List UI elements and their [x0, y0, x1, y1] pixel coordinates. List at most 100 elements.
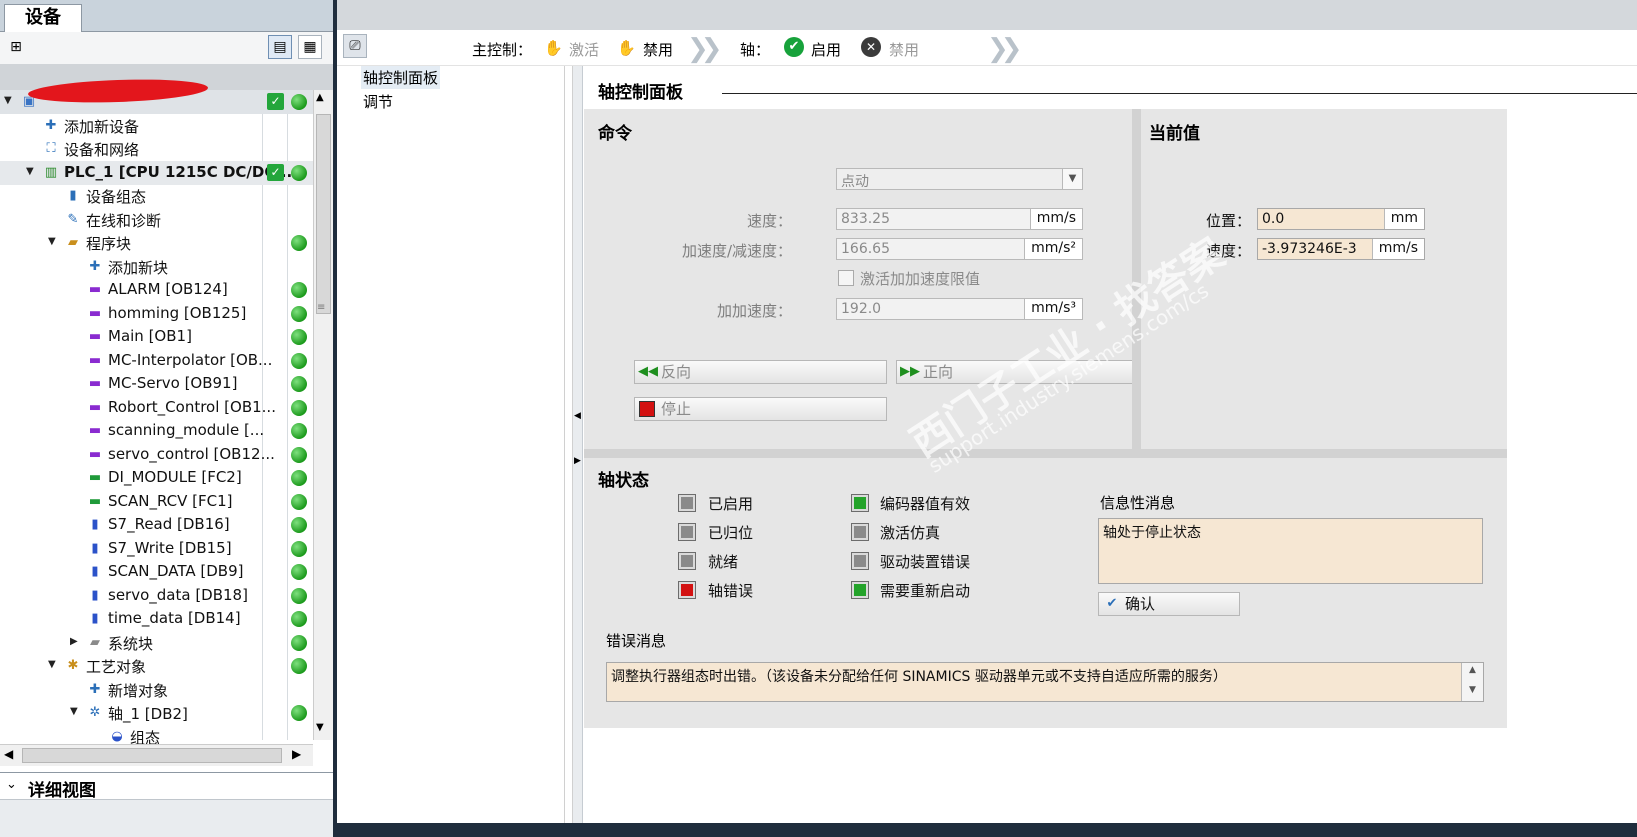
nav-item-axis-control-panel[interactable]: 轴控制面板: [361, 66, 441, 89]
folder-grey-icon: ▰: [90, 634, 100, 650]
tree-item-label: 添加新块: [108, 258, 169, 277]
chevron-down-icon[interactable]: ▼: [1062, 169, 1082, 189]
tree-item[interactable]: ▼ ▰ 程序块: [0, 231, 313, 255]
tree-item[interactable]: ⛶ 设备和网络: [0, 137, 313, 161]
scroll-down-icon[interactable]: ▼: [1462, 685, 1483, 695]
collapse-left-icon[interactable]: ◀: [574, 411, 581, 421]
backward-button[interactable]: ◀◀ 反向: [634, 360, 887, 384]
master-activate-button[interactable]: 激活: [569, 39, 599, 60]
forward-button[interactable]: ▶▶ 正向: [896, 360, 1149, 384]
detail-view-header[interactable]: ⌄ 详细视图: [0, 772, 335, 801]
nav-item-tuning[interactable]: 调节: [361, 90, 395, 113]
tree-item-label: 轴_1 [DB2]: [108, 705, 188, 723]
jerk-input[interactable]: 192.0 mm/s³: [836, 298, 1083, 320]
list-view-icon[interactable]: ▤: [268, 35, 292, 59]
speed-input[interactable]: 833.25 mm/s: [836, 208, 1083, 230]
tree-item[interactable]: ▮ time_data [DB14]: [0, 607, 313, 631]
diag-icon: ✎: [67, 211, 79, 227]
jerk-label: 加加速度：: [716, 302, 792, 320]
mode-select-value: 点动: [841, 174, 869, 190]
properties-icon[interactable]: ⊞: [4, 36, 28, 60]
tree-item[interactable]: ▼ ▥ PLC_1 [CPU 1215C DC/DC/... ✓: [0, 160, 313, 185]
stop-button[interactable]: 停止: [634, 397, 887, 421]
online-status-icon: [291, 564, 307, 580]
tree-item[interactable]: ▬ scanning_module [...: [0, 419, 313, 443]
nav-splitter[interactable]: ◀ ▶: [573, 66, 583, 823]
scrollbar-thumb[interactable]: [22, 748, 282, 763]
status-led-icon: [678, 552, 696, 570]
db-icon: ▮: [91, 587, 99, 603]
scroll-left-icon[interactable]: ◀: [4, 747, 13, 761]
accel-input[interactable]: 166.65 mm/s²: [836, 238, 1083, 260]
tree-item[interactable]: ▼ ✱ 工艺对象: [0, 654, 313, 678]
acknowledge-button[interactable]: ✔ 确认: [1098, 592, 1240, 616]
tree-item[interactable]: ▬ Main [OB1]: [0, 325, 313, 349]
jerk-limit-checkbox[interactable]: [838, 270, 854, 286]
axis-enable-button[interactable]: 启用: [811, 39, 841, 60]
position-label: 位置：: [1205, 212, 1251, 230]
tree-item[interactable]: ▬ MC-Interpolator [OB...: [0, 349, 313, 373]
online-status-icon: [291, 399, 307, 416]
expand-right-icon[interactable]: ▶: [70, 636, 78, 647]
scroll-down-icon[interactable]: ▼: [316, 722, 324, 733]
tree-item[interactable]: ▮ 设备组态: [0, 184, 313, 208]
tree-item[interactable]: ▮ S7_Read [DB16]: [0, 513, 313, 537]
master-disable-button[interactable]: 禁用: [643, 39, 673, 60]
title-rule: [722, 93, 1637, 94]
error-scrollbar[interactable]: ▲ ▼: [1461, 663, 1483, 701]
table-view-icon[interactable]: ▦: [298, 35, 322, 59]
tree-item-label: 设备组态: [86, 188, 147, 206]
tree-item[interactable]: ▬ DI_MODULE [FC2]: [0, 466, 313, 490]
axis-disable-button[interactable]: 禁用: [889, 39, 919, 60]
tree-item[interactable]: ✚ 新增对象: [0, 678, 313, 702]
tree-item[interactable]: ▬ MC-Servo [OB91]: [0, 372, 313, 396]
section-gap: [584, 449, 1507, 458]
online-status-icon: [291, 282, 307, 298]
status-heading: 轴状态: [598, 471, 649, 491]
online-status-icon: [291, 587, 307, 604]
mode-select[interactable]: 点动 ▼: [836, 168, 1083, 190]
tree-item[interactable]: ▬ SCAN_RCV [FC1]: [0, 490, 313, 514]
chevron-down-icon[interactable]: ⌄: [6, 777, 17, 792]
ob-icon: ▬: [88, 329, 102, 344]
expand-down-icon[interactable]: ▼: [48, 659, 56, 670]
add-block-icon: ✚: [89, 258, 101, 274]
status-led-icon: [851, 494, 869, 512]
expand-down-icon[interactable]: ▼: [70, 706, 78, 717]
hand-disable-icon: ✋: [617, 39, 636, 57]
tree-item[interactable]: ▮ SCAN_DATA [DB9]: [0, 560, 313, 584]
tree-item[interactable]: ▬ servo_control [OB12...: [0, 443, 313, 467]
tree-item[interactable]: ▼ ✲ 轴_1 [DB2]: [0, 701, 313, 725]
commissioning-icon[interactable]: ⎚: [343, 34, 367, 58]
tree-item[interactable]: ▮ servo_data [DB18]: [0, 584, 313, 608]
scroll-right-icon[interactable]: ▶: [292, 747, 301, 761]
tab-devices[interactable]: 设备: [4, 4, 82, 32]
tree-item[interactable]: ▬ Robort_Control [OB1...: [0, 396, 313, 420]
tree-item[interactable]: ▬ homming [OB125]: [0, 302, 313, 326]
expand-down-icon[interactable]: ▼: [26, 166, 34, 177]
status-led-label: 激活仿真: [880, 524, 941, 542]
tree-item[interactable]: ✚ 添加新设备: [0, 114, 313, 138]
tree-item[interactable]: ▬ ALARM [OB124]: [0, 278, 313, 302]
editor-statusbar: [337, 823, 1637, 837]
tree-item[interactable]: ✚ 添加新块: [0, 255, 313, 279]
scroll-up-icon[interactable]: ▲: [316, 92, 324, 103]
cfg-icon: ◒: [111, 728, 123, 744]
ob-icon: ▬: [88, 423, 102, 438]
tree-item[interactable]: ▮ S7_Write [DB15]: [0, 537, 313, 561]
db-icon: ▮: [91, 517, 99, 532]
tree-vertical-scrollbar[interactable]: ▲ ≡ ▼: [313, 90, 333, 740]
expand-down-icon[interactable]: ▼: [48, 236, 56, 247]
current-heading: 当前值: [1149, 124, 1200, 144]
tree-item[interactable]: ▶ ▰ 系统块: [0, 631, 313, 655]
expand-right-icon[interactable]: ▶: [574, 456, 581, 466]
tree-item-label: S7_Read [DB16]: [108, 515, 230, 533]
online-status-icon: [291, 352, 307, 369]
function-nav-pane: 轴控制面板 调节: [337, 66, 573, 823]
ob-icon: ▬: [88, 282, 102, 297]
tree-horizontal-scrollbar[interactable]: ◀ ▶: [0, 744, 313, 766]
expand-down-icon[interactable]: ▼: [4, 95, 12, 106]
tree-item[interactable]: ✎ 在线和诊断: [0, 208, 313, 232]
scrollbar-thumb[interactable]: [316, 114, 331, 314]
scroll-up-icon[interactable]: ▲: [1462, 665, 1483, 675]
